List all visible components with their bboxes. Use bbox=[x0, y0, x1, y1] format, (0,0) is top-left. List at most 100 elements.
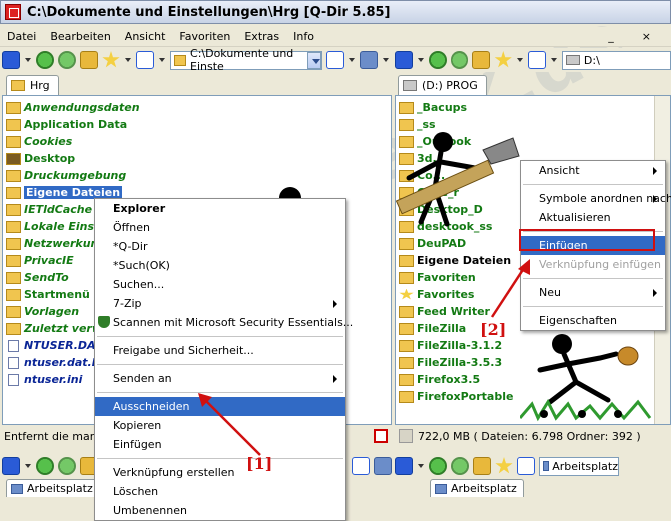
refresh-icon[interactable] bbox=[326, 51, 344, 69]
menu-item-label: Ausschneiden bbox=[113, 400, 190, 413]
menu-bearbeiten[interactable]: Bearbeiten bbox=[43, 30, 117, 43]
file-row[interactable]: _Bacups bbox=[396, 99, 513, 116]
view-dropdown-icon[interactable] bbox=[417, 457, 425, 475]
file-name: Favorites bbox=[417, 288, 475, 301]
menu-item-label: 7-Zip bbox=[113, 297, 142, 310]
menu-item-such-ok[interactable]: *Such(OK) bbox=[95, 256, 345, 275]
view-dropdown-icon[interactable] bbox=[24, 457, 32, 475]
layout-icon[interactable] bbox=[136, 51, 154, 69]
up-folder-icon[interactable] bbox=[80, 51, 98, 69]
network-dropdown-icon[interactable] bbox=[382, 51, 390, 69]
refresh-dropdown-icon[interactable] bbox=[348, 51, 356, 69]
network-icon[interactable] bbox=[360, 51, 378, 69]
menu-item-aktualisieren[interactable]: Aktualisieren bbox=[521, 208, 665, 227]
forward-icon[interactable] bbox=[58, 457, 76, 475]
menu-ansicht[interactable]: Ansicht bbox=[118, 30, 173, 43]
favorites-dropdown-icon[interactable] bbox=[516, 51, 524, 69]
menu-item-7-zip[interactable]: 7-Zip bbox=[95, 294, 345, 313]
menu-item-löschen[interactable]: Löschen bbox=[95, 482, 345, 501]
favorites-folder-icon bbox=[399, 288, 414, 300]
menu-info[interactable]: Info bbox=[286, 30, 321, 43]
menu-item-eigenschaften[interactable]: Eigenschaften bbox=[521, 311, 665, 330]
menu-item-freigabe-und-sicherheit[interactable]: Freigabe und Sicherheit... bbox=[95, 341, 345, 360]
forward-icon[interactable] bbox=[58, 51, 76, 69]
view-dropdown-icon[interactable] bbox=[24, 51, 32, 69]
menu-separator bbox=[523, 278, 663, 279]
stop-icon[interactable] bbox=[374, 429, 388, 443]
file-row[interactable]: Druckumgebung bbox=[3, 167, 140, 184]
favorites-icon[interactable] bbox=[102, 51, 120, 68]
menu-datei[interactable]: Datei bbox=[0, 30, 43, 43]
back-icon[interactable] bbox=[36, 51, 54, 69]
file-row[interactable]: Cookies bbox=[3, 133, 140, 150]
left-path-input[interactable]: C:\Dokumente und Einste bbox=[170, 47, 322, 73]
layout-icon[interactable] bbox=[517, 457, 535, 475]
menu-item-symbole-anordnen-nach[interactable]: Symbole anordnen nach bbox=[521, 189, 671, 208]
close-icon[interactable]: × bbox=[635, 30, 658, 43]
menu-favoriten[interactable]: Favoriten bbox=[172, 30, 237, 43]
folder-icon bbox=[399, 390, 414, 403]
layout-dropdown-icon[interactable] bbox=[550, 51, 558, 69]
forward-icon[interactable] bbox=[451, 457, 469, 475]
layout-icon[interactable] bbox=[528, 51, 546, 69]
favorites-icon[interactable] bbox=[495, 457, 513, 474]
menu-item-q-dir[interactable]: *Q-Dir bbox=[95, 237, 345, 256]
file-row[interactable]: Application Data bbox=[3, 116, 140, 133]
up-folder-icon[interactable] bbox=[472, 51, 491, 69]
tab-arbeitsplatz-right[interactable]: Arbeitsplatz bbox=[430, 479, 524, 497]
network-icon[interactable] bbox=[374, 457, 392, 475]
view-mode-icon[interactable] bbox=[2, 51, 20, 69]
minimize-icon[interactable]: _ bbox=[601, 30, 621, 43]
folder-icon bbox=[6, 186, 21, 199]
menu-item-ansicht[interactable]: Ansicht bbox=[521, 161, 665, 180]
file-row[interactable]: Firefox3.5 bbox=[396, 371, 513, 388]
folder-icon bbox=[399, 254, 414, 267]
back-icon[interactable] bbox=[36, 457, 54, 475]
favorites-icon[interactable] bbox=[494, 51, 512, 68]
refresh-icon[interactable] bbox=[352, 457, 370, 475]
file-row[interactable]: Desktop bbox=[3, 150, 140, 167]
tab-hrg[interactable]: Hrg bbox=[6, 75, 59, 95]
back-icon[interactable] bbox=[428, 51, 447, 69]
menu-item-neu[interactable]: Neu bbox=[521, 283, 665, 302]
file-row[interactable]: FileZilla-3.1.2 bbox=[396, 337, 513, 354]
file-row[interactable]: FileZilla-3.5.3 bbox=[396, 354, 513, 371]
menu-item-verknüpfung-einfügen: Verknüpfung einfügen bbox=[521, 255, 665, 274]
view-dropdown-icon[interactable] bbox=[417, 51, 425, 69]
menu-item-öffnen[interactable]: Öffnen bbox=[95, 218, 345, 237]
back-icon[interactable] bbox=[429, 457, 447, 475]
view-mode-icon[interactable] bbox=[395, 51, 413, 69]
file-row[interactable]: Anwendungsdaten bbox=[3, 99, 140, 116]
menu-item-umbenennen[interactable]: Umbenennen bbox=[95, 501, 345, 520]
tab-arbeitsplatz-left[interactable]: Arbeitsplatz bbox=[6, 479, 100, 497]
right-path-input[interactable]: D:\ bbox=[561, 50, 671, 70]
drive-icon bbox=[565, 55, 580, 65]
menu-item-scannen-mit-microsoft-security-essentials[interactable]: Scannen mit Microsoft Security Essential… bbox=[95, 313, 353, 332]
menu-item-label: Scannen mit Microsoft Security Essential… bbox=[113, 316, 354, 329]
view-mode-icon[interactable] bbox=[2, 457, 20, 475]
up-folder-icon[interactable] bbox=[473, 457, 491, 475]
path-dropdown-button[interactable] bbox=[307, 51, 321, 69]
menu-item-label: Explorer bbox=[113, 202, 166, 215]
layout-dropdown-icon[interactable] bbox=[158, 51, 166, 69]
file-row[interactable]: DeuPAD bbox=[396, 235, 513, 252]
folder-icon bbox=[6, 169, 21, 182]
file-row[interactable]: FirefoxPortable bbox=[396, 388, 513, 405]
file-name: ntuser.dat.L bbox=[24, 356, 99, 369]
file-name: NTUSER.DAT bbox=[24, 339, 103, 352]
bottom-right-tabs: Arbeitsplatz bbox=[430, 478, 524, 497]
menu-separator bbox=[523, 306, 663, 307]
bottom-right-path-input[interactable]: Arbeitsplatz bbox=[539, 456, 619, 476]
menu-item-explorer[interactable]: Explorer bbox=[95, 199, 345, 218]
menu-item-verknüpfung-erstellen[interactable]: Verknüpfung erstellen bbox=[95, 463, 345, 482]
menu-extras[interactable]: Extras bbox=[237, 30, 286, 43]
forward-icon[interactable] bbox=[450, 51, 469, 69]
tab-drive-d-label: (D:) PROG bbox=[422, 79, 478, 92]
favorites-dropdown-icon[interactable] bbox=[124, 51, 132, 69]
view-mode-icon[interactable] bbox=[395, 457, 413, 475]
menu-item-label: Eigenschaften bbox=[539, 314, 617, 327]
menu-item-suchen[interactable]: Suchen... bbox=[95, 275, 345, 294]
file-name: Zuletzt verw bbox=[24, 322, 103, 335]
tab-drive-d[interactable]: (D:) PROG bbox=[398, 75, 487, 95]
folder-icon bbox=[399, 101, 414, 114]
